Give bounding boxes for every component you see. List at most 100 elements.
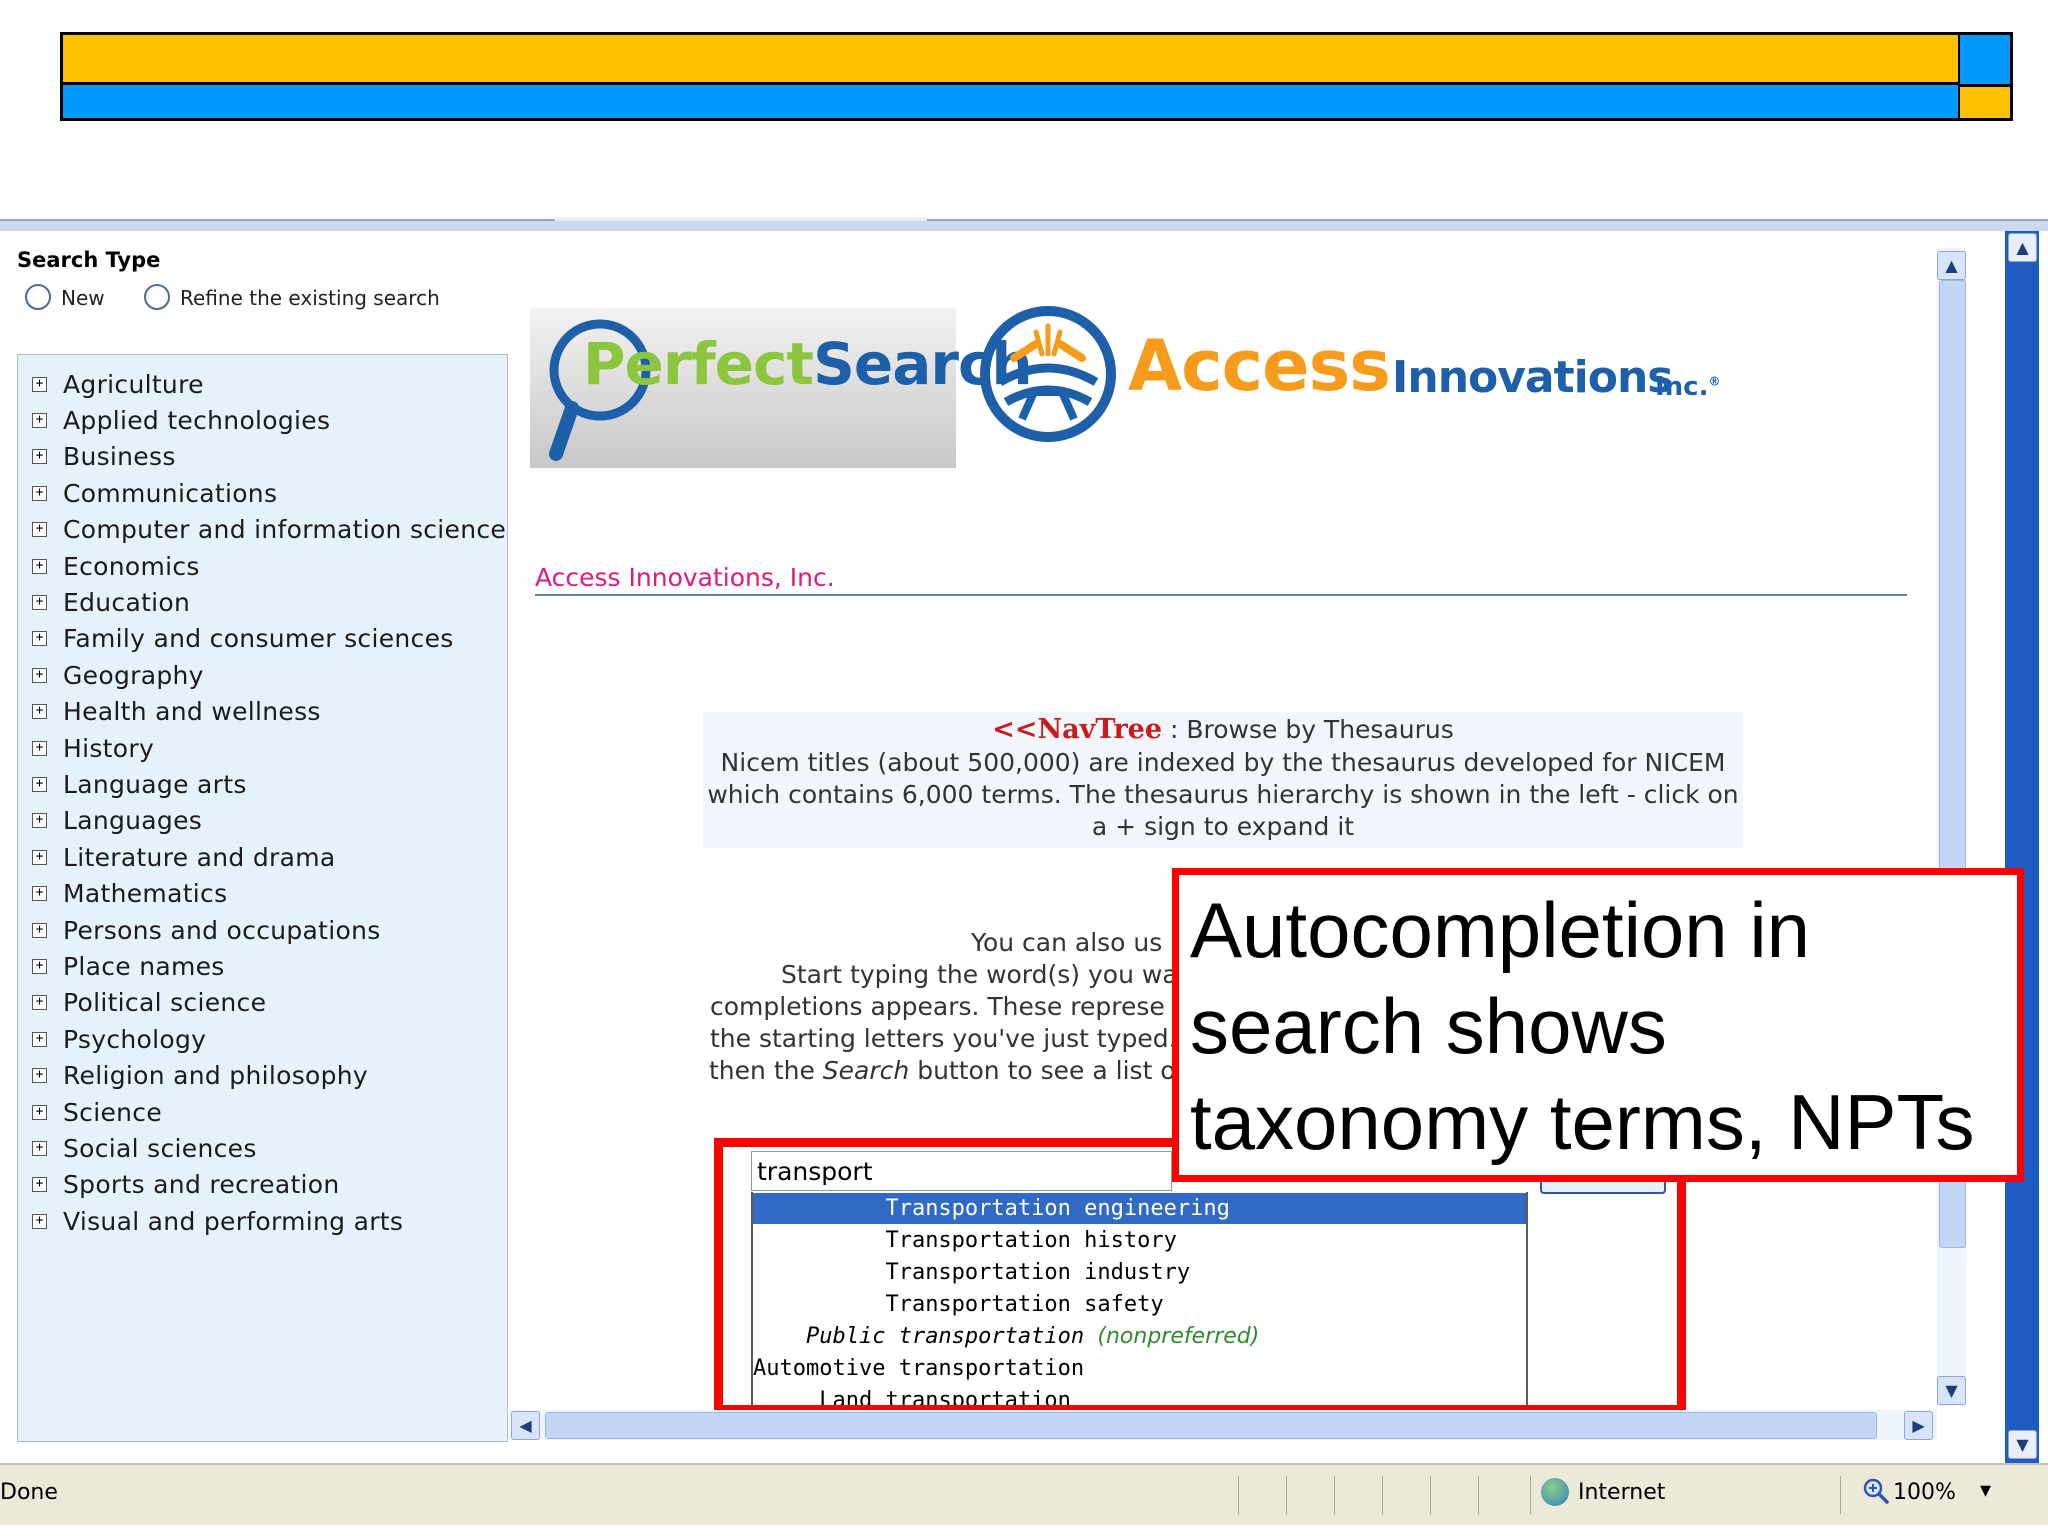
tree-item[interactable]: + Visual and performing arts xyxy=(32,1204,403,1238)
tree-item-label[interactable]: Languages xyxy=(63,806,202,835)
tree-item[interactable]: + Religion and philosophy xyxy=(32,1059,368,1093)
tree-item-label[interactable]: Visual and performing arts xyxy=(63,1207,403,1236)
tree-item[interactable]: + Place names xyxy=(32,949,225,983)
expand-plus-icon[interactable]: + xyxy=(32,849,47,865)
expand-plus-icon[interactable]: + xyxy=(32,1140,47,1156)
zoom-dropdown-icon[interactable]: ▾ xyxy=(1980,1478,1991,1503)
navtree-info-box: <<NavTree : Browse by Thesaurus Nicem ti… xyxy=(703,712,1743,848)
tree-item[interactable]: + Psychology xyxy=(32,1022,206,1056)
tree-item[interactable]: + Computer and information science xyxy=(32,513,506,547)
tree-item[interactable]: + Science xyxy=(32,1095,162,1129)
window-vertical-scrollbar[interactable] xyxy=(2005,231,2039,1463)
tree-item-label[interactable]: Psychology xyxy=(63,1025,206,1054)
scroll-up-arrow-icon[interactable]: ▲ xyxy=(1937,251,1966,280)
search-type-title: Search Type xyxy=(17,248,161,272)
tree-item[interactable]: + Agriculture xyxy=(32,367,204,401)
scroll-right-arrow-icon[interactable]: ▶ xyxy=(1904,1411,1933,1440)
expand-plus-icon[interactable]: + xyxy=(32,1068,47,1084)
tree-item[interactable]: + Literature and drama xyxy=(32,840,335,874)
browser-frame-top xyxy=(0,219,2048,231)
innovations-wordmark: Innovations xyxy=(1392,352,1673,403)
tree-item[interactable]: + Languages xyxy=(32,804,202,838)
zoom-icon[interactable] xyxy=(1862,1477,1890,1505)
tree-item-label[interactable]: Health and wellness xyxy=(63,697,321,726)
expand-plus-icon[interactable]: + xyxy=(32,376,47,392)
radio-new[interactable] xyxy=(25,284,51,310)
tree-item[interactable]: + History xyxy=(32,731,154,765)
tree-item[interactable]: + Persons and occupations xyxy=(32,913,381,947)
tree-item-label[interactable]: Place names xyxy=(63,952,225,981)
scroll-left-arrow-icon[interactable]: ◀ xyxy=(511,1411,540,1440)
tree-item-label[interactable]: Language arts xyxy=(63,770,247,799)
tree-item-label[interactable]: Computer and information science xyxy=(63,515,506,544)
tree-item[interactable]: + Education xyxy=(32,585,190,619)
expand-plus-icon[interactable]: + xyxy=(32,594,47,610)
expand-plus-icon[interactable]: + xyxy=(32,813,47,829)
tree-item-label[interactable]: Mathematics xyxy=(63,879,227,908)
tree-item[interactable]: + Family and consumer sciences xyxy=(32,622,454,656)
expand-plus-icon[interactable]: + xyxy=(32,740,47,756)
radio-new-label[interactable]: New xyxy=(61,286,105,310)
navtree-arrows: << xyxy=(992,714,1038,745)
tree-item[interactable]: + Social sciences xyxy=(32,1131,257,1165)
tree-item-label[interactable]: Persons and occupations xyxy=(63,916,381,945)
scroll-down-arrow-icon[interactable]: ▼ xyxy=(1937,1376,1966,1405)
autocomplete-help-line-3: completions appears. These represe xyxy=(710,992,1165,1021)
tree-item[interactable]: + Communications xyxy=(32,476,277,510)
tree-item-label[interactable]: Geography xyxy=(63,661,204,690)
expand-plus-icon[interactable]: + xyxy=(32,558,47,574)
tree-item-label[interactable]: Literature and drama xyxy=(63,843,335,872)
expand-plus-icon[interactable]: + xyxy=(32,958,47,974)
radio-refine-label[interactable]: Refine the existing search xyxy=(180,286,440,310)
tree-item-label[interactable]: Applied technologies xyxy=(63,406,330,435)
tree-item-label[interactable]: Sports and recreation xyxy=(63,1170,340,1199)
info-line-4: a + sign to expand it xyxy=(1091,812,1355,841)
zone-label: Internet xyxy=(1578,1480,1666,1505)
tree-item[interactable]: + Geography xyxy=(32,658,204,692)
tree-item[interactable]: + Sports and recreation xyxy=(32,1168,340,1202)
expand-plus-icon[interactable]: + xyxy=(32,886,47,902)
expand-plus-icon[interactable]: + xyxy=(32,1104,47,1120)
expand-plus-icon[interactable]: + xyxy=(32,922,47,938)
expand-plus-icon[interactable]: + xyxy=(32,449,47,465)
tree-item-label[interactable]: Science xyxy=(63,1098,162,1127)
tree-item-label[interactable]: Economics xyxy=(63,552,200,581)
tree-item[interactable]: + Mathematics xyxy=(32,877,227,911)
status-separator xyxy=(1430,1476,1431,1514)
expand-plus-icon[interactable]: + xyxy=(32,485,47,501)
expand-plus-icon[interactable]: + xyxy=(32,1177,47,1193)
tree-item-label[interactable]: Education xyxy=(63,588,190,617)
expand-plus-icon[interactable]: + xyxy=(32,412,47,428)
tree-item-label[interactable]: Social sciences xyxy=(63,1134,257,1163)
autocomplete-help-line-2: Start typing the word(s) you wa xyxy=(781,960,1178,989)
callout-line-1: Autocompletion in xyxy=(1190,886,1811,974)
autocomplete-help-line-4: the starting letters you've just typed. xyxy=(710,1024,1177,1053)
expand-plus-icon[interactable]: + xyxy=(32,522,47,538)
tree-item[interactable]: + Economics xyxy=(32,549,200,583)
window-scroll-up-icon[interactable]: ▲ xyxy=(2008,233,2037,262)
tree-item-label[interactable]: Agriculture xyxy=(63,370,204,399)
tree-item-label[interactable]: Family and consumer sciences xyxy=(63,624,454,653)
expand-plus-icon[interactable]: + xyxy=(32,1031,47,1047)
window-scroll-down-icon[interactable]: ▼ xyxy=(2008,1430,2037,1459)
tree-item[interactable]: + Applied technologies xyxy=(32,403,330,437)
tree-item-label[interactable]: Religion and philosophy xyxy=(63,1061,368,1090)
company-link[interactable]: Access Innovations, Inc. xyxy=(535,563,835,592)
tree-item-label[interactable]: Political science xyxy=(63,988,266,1017)
tree-item[interactable]: + Political science xyxy=(32,986,266,1020)
zoom-level[interactable]: 100% xyxy=(1893,1480,1956,1505)
expand-plus-icon[interactable]: + xyxy=(32,995,47,1011)
expand-plus-icon[interactable]: + xyxy=(32,667,47,683)
tree-item[interactable]: + Health and wellness xyxy=(32,695,321,729)
tree-item-label[interactable]: History xyxy=(63,734,154,763)
radio-refine[interactable] xyxy=(144,284,170,310)
expand-plus-icon[interactable]: + xyxy=(32,776,47,792)
content-horizontal-scroll-thumb[interactable] xyxy=(545,1412,1877,1439)
tree-item-label[interactable]: Business xyxy=(63,442,176,471)
expand-plus-icon[interactable]: + xyxy=(32,704,47,720)
tree-item[interactable]: + Language arts xyxy=(32,767,247,801)
tree-item[interactable]: + Business xyxy=(32,440,176,474)
expand-plus-icon[interactable]: + xyxy=(32,631,47,647)
expand-plus-icon[interactable]: + xyxy=(32,1213,47,1229)
tree-item-label[interactable]: Communications xyxy=(63,479,277,508)
